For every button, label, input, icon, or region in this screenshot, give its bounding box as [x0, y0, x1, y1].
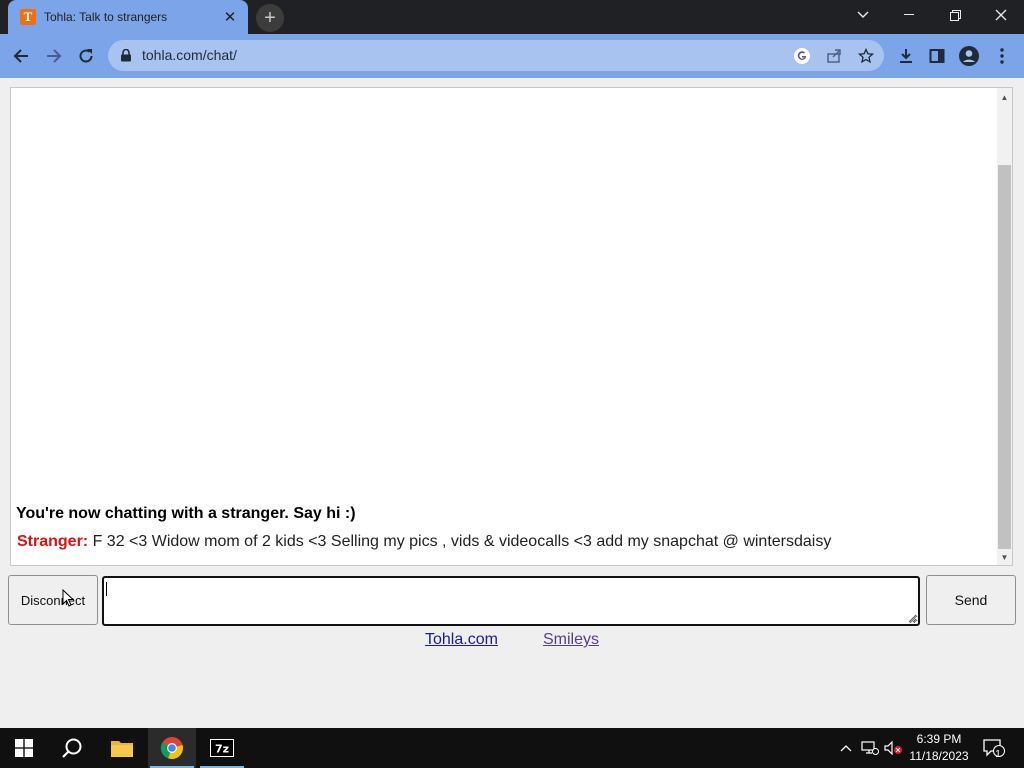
tab-search-icon[interactable] — [840, 0, 886, 30]
download-icon[interactable] — [891, 41, 921, 71]
scroll-down-arrow-icon[interactable]: ▼ — [997, 550, 1012, 564]
new-tab-button[interactable]: + — [256, 4, 284, 32]
svg-text:7z: 7z — [215, 743, 229, 756]
windows-start-icon[interactable] — [0, 728, 48, 768]
message-input[interactable] — [102, 576, 920, 626]
tab-strip: T Tohla: Talk to strangers ✕ + — [0, 0, 1024, 34]
stranger-message-text: F 32 <3 Widow mom of 2 kids <3 Selling m… — [88, 533, 832, 550]
show-hidden-icons-chevron-icon[interactable] — [836, 738, 856, 758]
forward-icon[interactable] — [39, 41, 69, 71]
resize-grip-icon[interactable] — [908, 614, 917, 623]
stranger-label: Stranger: — [17, 533, 89, 550]
search-icon[interactable] — [48, 728, 96, 768]
text-caret — [106, 582, 107, 596]
tohla-favicon-icon: T — [20, 9, 36, 25]
side-panel-icon[interactable] — [922, 41, 952, 71]
close-window-icon[interactable] — [978, 0, 1024, 30]
profile-icon[interactable] — [954, 41, 984, 71]
lock-icon[interactable] — [120, 49, 132, 62]
close-tab-icon[interactable]: ✕ — [218, 5, 242, 29]
minimize-icon[interactable] — [886, 0, 932, 30]
tohla-home-link[interactable]: Tohla.com — [425, 631, 498, 649]
share-icon[interactable] — [822, 44, 846, 68]
stranger-message: Stranger: F 32 <3 Widow mom of 2 kids <3… — [17, 533, 831, 551]
disconnect-button[interactable]: Disconnect — [8, 575, 98, 625]
7zip-icon[interactable]: 7z — [198, 728, 246, 768]
menu-icon[interactable] — [987, 41, 1017, 71]
chat-log[interactable] — [10, 87, 1013, 566]
reload-icon[interactable] — [71, 41, 101, 71]
smileys-link[interactable]: Smileys — [543, 631, 599, 649]
scroll-up-arrow-icon[interactable]: ▲ — [997, 90, 1012, 104]
mouse-cursor-icon — [62, 589, 74, 607]
restore-icon[interactable] — [932, 0, 978, 30]
system-clock[interactable]: 6:39 PM 11/18/2023 — [905, 731, 973, 765]
google-icon[interactable] — [790, 44, 814, 68]
chrome-icon[interactable] — [148, 728, 196, 768]
clock-time: 6:39 PM — [916, 732, 962, 746]
system-message: You're now chatting with a stranger. Say… — [16, 505, 356, 522]
clock-date: 11/18/2023 — [909, 749, 969, 763]
volume-muted-icon[interactable] — [884, 738, 904, 758]
file-explorer-icon[interactable] — [98, 728, 146, 768]
browser-tab[interactable]: T Tohla: Talk to strangers ✕ — [8, 0, 248, 34]
scrollbar-thumb[interactable] — [998, 165, 1011, 549]
send-button[interactable]: Send — [926, 575, 1016, 625]
tab-title: Tohla: Talk to strangers — [44, 10, 168, 24]
network-icon[interactable] — [860, 738, 880, 758]
star-icon[interactable] — [854, 44, 878, 68]
notification-count: 1 — [995, 748, 1001, 760]
back-icon[interactable] — [6, 41, 36, 71]
url-text[interactable]: tohla.com/chat/ — [142, 47, 237, 63]
